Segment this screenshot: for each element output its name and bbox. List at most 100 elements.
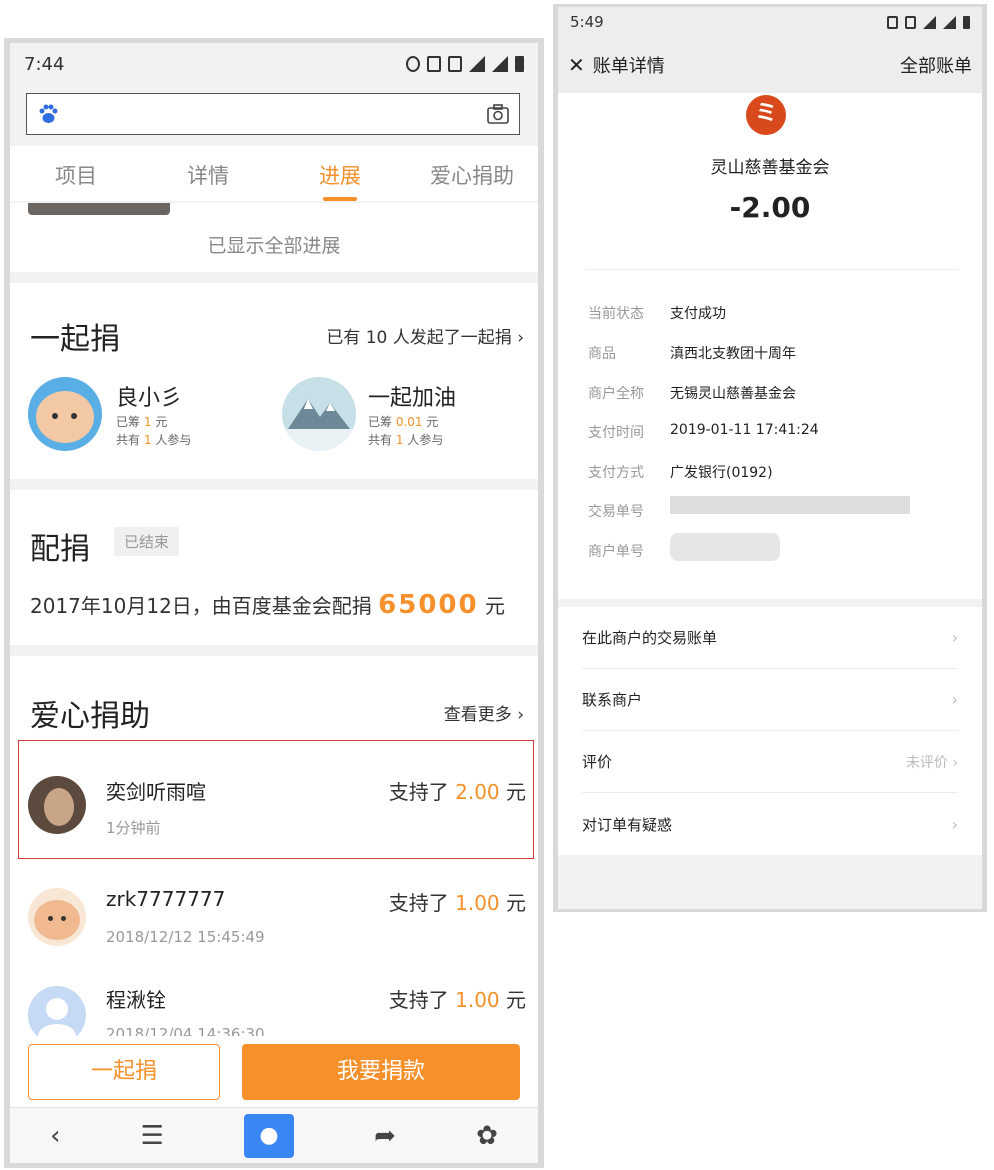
donor-avatar (28, 776, 86, 834)
search-input[interactable] (26, 93, 520, 135)
tab-donations[interactable]: 爱心捐助 (406, 146, 538, 201)
right-screen: 5:49 ✕ 账单详情 全部账单 ミ 灵山慈善基金会 -2.00 当前状态 支付成… (558, 7, 982, 909)
right-phone-screenshot: 5:49 ✕ 账单详情 全部账单 ミ 灵山慈善基金会 -2.00 当前状态 支付成… (553, 4, 987, 912)
together-title: 一起捐 (30, 322, 120, 357)
detail-row: 当前状态 支付成功 (588, 306, 726, 322)
bear-avatar[interactable] (28, 377, 102, 451)
donations-title: 爱心捐助 (30, 699, 150, 734)
detail-row: 商户单号 (588, 544, 644, 560)
donations-section: 爱心捐助 查看更多 › 奕剑听雨喧 1分钟前 支持了 2.00 元 zrk777… (10, 656, 538, 1086)
matching-section: 配捐 已结束 2017年10月12日，由百度基金会配捐 65000 元 (10, 490, 538, 645)
signal-icon (943, 15, 956, 29)
divider (586, 269, 958, 270)
donation-time: 2018/12/12 15:45:49 (106, 928, 265, 946)
contact-merchant-item[interactable]: 联系商户 › (582, 669, 958, 731)
camera-icon[interactable] (487, 104, 509, 124)
chevron-right-icon: › (951, 690, 958, 709)
together-team-raised: 已筹 0.01 元 (368, 415, 439, 429)
menu-icon[interactable]: ☰ (141, 1121, 164, 1151)
together-summary: 已有 10 人发起了一起捐 (326, 328, 512, 348)
donation-amount: 支持了 1.00 元 (388, 988, 526, 1012)
together-summary-link[interactable]: 已有 10 人发起了一起捐 › (326, 323, 524, 348)
baidu-paw-icon (39, 104, 58, 123)
sim-icon (887, 15, 898, 29)
matching-title: 配捐 (30, 532, 90, 567)
donation-time: 1分钟前 (106, 819, 161, 837)
view-more-link[interactable]: 查看更多 › (444, 700, 524, 725)
detail-row: 商户全称 无锡灵山慈善基金会 (588, 386, 796, 402)
donate-button[interactable]: 我要捐款 (242, 1044, 520, 1100)
detail-row: 商品 滇西北支教团十周年 (588, 346, 796, 362)
together-person-raised: 已筹 1 元 (116, 415, 168, 429)
together-person-count: 共有 1 人参与 (116, 433, 192, 447)
status-bar: 7:44 (10, 43, 538, 85)
bill-amount: -2.00 (729, 191, 811, 224)
all-bills-link[interactable]: 全部账单 (900, 52, 972, 78)
page-title: 账单详情 (592, 56, 665, 77)
header-left: ✕ 账单详情 (568, 52, 665, 78)
tab-details[interactable]: 详情 (142, 146, 274, 201)
merchant-bills-item[interactable]: 在此商户的交易账单 › (582, 607, 958, 669)
order-question-item[interactable]: 对订单有疑惑 › (582, 793, 958, 855)
signal-icon (469, 56, 485, 72)
donation-amount: 支持了 1.00 元 (388, 891, 526, 915)
nfc-icon (448, 56, 462, 72)
detail-row: 支付方式 广发银行(0192) (588, 465, 773, 481)
progress-photo (28, 203, 170, 215)
together-section: 一起捐 已有 10 人发起了一起捐 › 良小彡 已筹 1 元 共有 1 人参与 (10, 283, 538, 479)
sim-icon (427, 56, 441, 72)
matching-description: 2017年10月12日，由百度基金会配捐 65000 元 (30, 590, 505, 620)
mountain-avatar[interactable] (282, 377, 356, 451)
share-icon[interactable]: ➦ (374, 1121, 396, 1151)
status-time: 5:49 (570, 13, 604, 31)
action-bar: 一起捐 我要捐款 (10, 1036, 538, 1108)
left-phone-screenshot: 7:44 项目 详情 进展 爱心捐助 已显示全部进展 一起捐 已有 10 人发起… (4, 38, 544, 1168)
merchant-logo-icon: ミ (746, 95, 786, 135)
status-icons (887, 15, 970, 29)
nfc-icon (905, 15, 916, 29)
together-person-name[interactable]: 良小彡 (116, 380, 182, 412)
microphone-icon[interactable]: ● (244, 1113, 295, 1158)
donor-avatar (28, 888, 86, 946)
together-team-count: 共有 1 人参与 (368, 433, 444, 447)
alarm-icon (406, 56, 420, 72)
tab-project[interactable]: 项目 (10, 146, 142, 201)
donor-name: 程湫铨 (106, 988, 166, 1012)
merchant-name: 灵山慈善基金会 (710, 158, 830, 178)
battery-icon (515, 56, 524, 72)
chevron-right-icon: › (951, 814, 958, 834)
redacted-merchant-id (670, 533, 780, 561)
bill-main: ミ 灵山慈善基金会 -2.00 当前状态 支付成功 商品 滇西北支教团十周年 商户全… (558, 93, 982, 599)
battery-icon (963, 15, 970, 29)
tab-bar: 项目 详情 进展 爱心捐助 (10, 146, 538, 201)
close-icon[interactable]: ✕ (568, 53, 585, 77)
detail-row: 支付时间 2019-01-11 17:41:24 (588, 422, 819, 441)
progress-section: 已显示全部进展 (10, 203, 538, 272)
all-progress-shown: 已显示全部进展 (207, 235, 341, 257)
rating-status: 未评价 › (905, 754, 958, 771)
ended-badge: 已结束 (114, 527, 180, 556)
chevron-right-icon: › (951, 628, 958, 647)
status-icons (406, 56, 524, 72)
chevron-right-icon: › (517, 328, 524, 348)
baidu-home-icon[interactable]: ✿ (476, 1121, 498, 1151)
together-button[interactable]: 一起捐 (28, 1044, 220, 1100)
redacted-transaction-id (670, 496, 910, 514)
status-time: 7:44 (24, 53, 65, 75)
bill-header: ✕ 账单详情 全部账单 (558, 37, 982, 93)
status-bar: 5:49 (558, 7, 982, 37)
left-screen: 7:44 项目 详情 进展 爱心捐助 已显示全部进展 一起捐 已有 10 人发起… (10, 43, 538, 1163)
signal-4g-icon (492, 56, 508, 72)
rate-item[interactable]: 评价 未评价 › (582, 731, 958, 793)
tab-progress[interactable]: 进展 (274, 146, 406, 201)
bill-actions-list: 在此商户的交易账单 › 联系商户 › 评价 未评价 › 对订单有疑惑 › (558, 607, 982, 855)
matching-amount: 65000 (378, 590, 479, 620)
back-icon[interactable]: ‹ (50, 1121, 60, 1151)
donor-name: 奕剑听雨喧 (106, 780, 206, 804)
detail-row: 交易单号 (588, 504, 644, 520)
donation-amount: 支持了 2.00 元 (388, 780, 526, 804)
chevron-right-icon: › (511, 705, 524, 725)
wifi-icon (923, 15, 936, 29)
bottom-nav: ‹ ☰ ● ➦ ✿ (10, 1107, 538, 1163)
together-team-name[interactable]: 一起加油 (368, 380, 456, 412)
